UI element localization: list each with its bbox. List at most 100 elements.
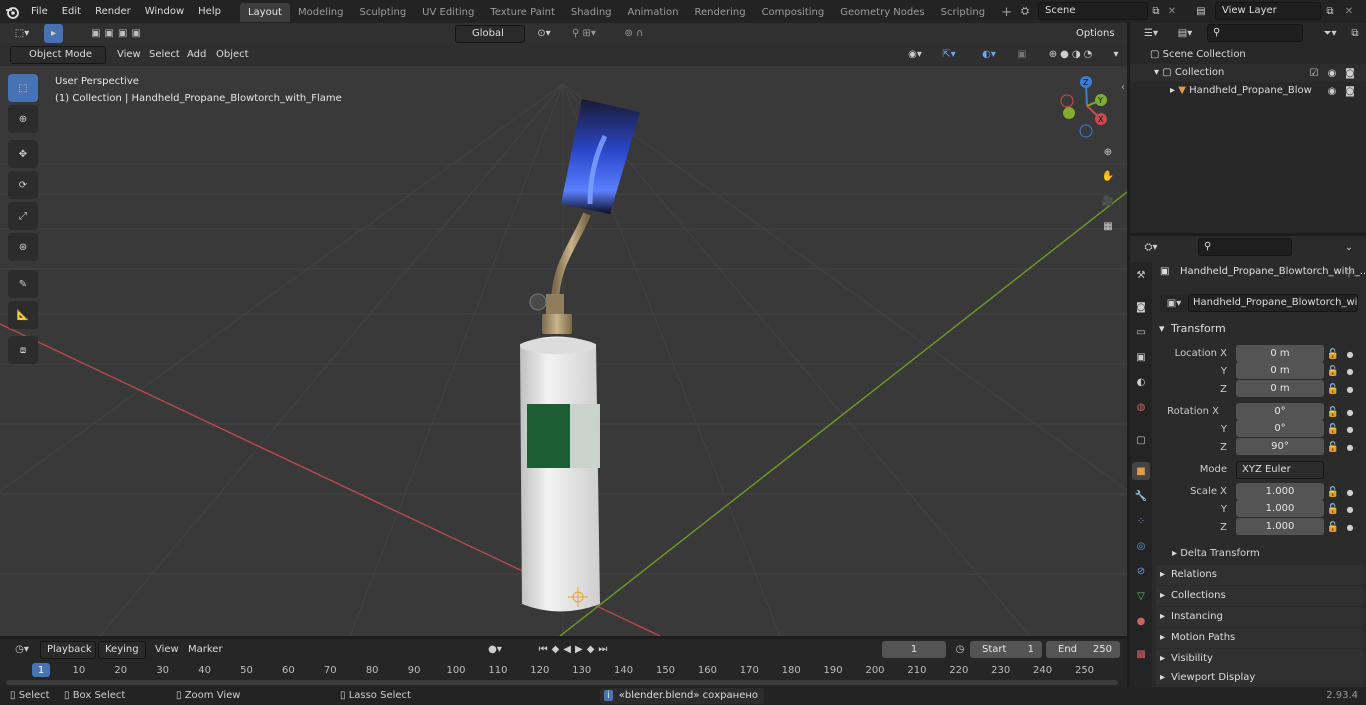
rotation-z-field[interactable]: 90° (1236, 438, 1324, 455)
play-icon[interactable]: ▶ (575, 644, 587, 655)
move-tool-button[interactable]: ✥ (8, 140, 38, 168)
collection-tab-icon[interactable]: ▢ (1132, 431, 1150, 449)
measure-tool-button[interactable]: 📐 (8, 301, 38, 329)
shading-options-chevron-down-icon[interactable]: ▾ (1110, 46, 1122, 63)
scene-tab-icon[interactable]: ◐ (1132, 373, 1150, 391)
instancing-section-header[interactable]: ▸ Instancing (1156, 607, 1363, 627)
options-button[interactable]: Options (1070, 25, 1124, 43)
mesh-data-tab-icon[interactable]: ▽ (1132, 587, 1150, 605)
shading-mode-icons[interactable]: ⊕●◑◔ (1036, 46, 1108, 63)
properties-search-input[interactable]: ⚲ (1198, 238, 1292, 256)
object-tab-icon[interactable]: ■ (1132, 462, 1150, 480)
scene-type-icon[interactable]: ⛭ (1013, 3, 1037, 20)
start-frame-field[interactable]: Start 1 (970, 641, 1042, 658)
object-visibility-eye-icon[interactable]: ◉ (1325, 83, 1339, 99)
lock-rotation-z-icon[interactable]: 🔓 (1326, 439, 1340, 455)
keyframe-scale-z-dot-icon[interactable]: ● (1344, 519, 1356, 535)
menu-help[interactable]: Help (191, 0, 228, 23)
current-frame-field[interactable]: 1 (882, 641, 946, 658)
tab-compositing[interactable]: Compositing (754, 3, 833, 22)
lock-location-z-icon[interactable]: 🔓 (1326, 381, 1340, 397)
constraints-tab-icon[interactable]: ⊘ (1132, 562, 1150, 580)
outliner-search-input[interactable]: ⚲ (1207, 24, 1303, 42)
scene-selector[interactable]: Scene (1038, 2, 1148, 20)
delta-transform-subpanel[interactable]: ▸ Delta Transform (1172, 548, 1260, 559)
tab-texture-paint[interactable]: Texture Paint (482, 3, 563, 22)
tab-uv-editing[interactable]: UV Editing (414, 3, 482, 22)
outliner-editor-type-icon[interactable]: ☰▾ (1136, 25, 1166, 42)
transform-tool-button[interactable]: ⊛ (8, 233, 38, 261)
keyframe-location-y-dot-icon[interactable]: ● (1344, 363, 1356, 379)
properties-options-chevron-down-icon[interactable]: ⌄ (1340, 239, 1358, 256)
outliner-row-scene-collection[interactable]: ▢ Scene Collection (1130, 46, 1366, 64)
mode-dropdown[interactable]: Object Mode (10, 46, 106, 64)
scale-z-field[interactable]: 1.000 (1236, 518, 1324, 535)
lock-rotation-x-icon[interactable]: 🔓 (1326, 404, 1340, 420)
gizmo-toggle-icon[interactable]: ⇱▾ (932, 46, 966, 63)
texture-tab-icon[interactable]: ▩ (1132, 645, 1150, 663)
timeline-scrollbar[interactable] (6, 680, 1118, 685)
select-tool-icon[interactable]: ▸ (44, 24, 63, 43)
play-reverse-icon[interactable]: ◀ (563, 644, 575, 655)
view-layer-selector[interactable]: View Layer (1215, 2, 1321, 20)
rotation-y-field[interactable]: 0° (1236, 420, 1324, 437)
pan-hand-icon[interactable]: ✋ (1098, 167, 1118, 185)
properties-editor-type-icon[interactable]: ⛭▾ (1136, 239, 1166, 256)
modifier-wrench-icon[interactable]: 🔧 (1132, 487, 1150, 505)
particles-tab-icon[interactable]: ⁘ (1132, 512, 1150, 530)
keyframe-location-x-dot-icon[interactable]: ● (1344, 346, 1356, 362)
add-cube-tool-button[interactable]: ⧈ (8, 336, 38, 364)
lock-scale-x-icon[interactable]: 🔓 (1326, 484, 1340, 500)
playback-dropdown[interactable]: Playback (40, 641, 96, 659)
pin-icon[interactable]: ⚲ (1342, 266, 1356, 280)
visibility-section-header[interactable]: ▸ Visibility (1156, 649, 1363, 669)
blowtorch-model[interactable] (520, 99, 640, 612)
scale-x-field[interactable]: 1.000 (1236, 483, 1324, 500)
copy-view-layer-icon[interactable]: ⧉ (1322, 3, 1338, 20)
object-render-camera-icon[interactable]: ◙ (1343, 83, 1357, 99)
keying-dropdown[interactable]: Keying (98, 641, 146, 659)
editor-type-icon[interactable]: ⬚▾ (8, 25, 36, 42)
3d-viewport[interactable] (0, 44, 1127, 636)
motion-paths-section-header[interactable]: ▸ Motion Paths (1156, 628, 1363, 648)
selection-mode-icons[interactable]: ▣▣▣▣ (78, 25, 158, 42)
timeline-menu-marker[interactable]: Marker (181, 639, 230, 660)
lock-scale-y-icon[interactable]: 🔓 (1326, 501, 1340, 517)
navigation-gizmo[interactable]: Z Y X (1055, 72, 1119, 138)
pivot-point-icon[interactable]: ⊙▾ (530, 25, 558, 42)
blender-logo-icon[interactable] (0, 0, 24, 23)
rotate-tool-button[interactable]: ⟳ (8, 171, 38, 199)
transform-section-header[interactable]: ▾ Transform (1156, 319, 1363, 339)
transform-orientation-dropdown[interactable]: Global (455, 25, 525, 43)
new-collection-icon[interactable]: ⧉ (1348, 25, 1362, 42)
auto-keying-record-icon[interactable]: ●▾ (480, 641, 510, 658)
snapping-icon[interactable]: ⚲ ⊞▾ (562, 25, 606, 42)
keyframe-rotation-x-dot-icon[interactable]: ● (1344, 404, 1356, 420)
rotation-mode-dropdown[interactable]: XYZ Euler (1236, 461, 1324, 479)
camera-view-icon[interactable]: 🎥 (1098, 192, 1118, 210)
tab-sculpting[interactable]: Sculpting (351, 3, 414, 22)
material-tab-icon[interactable]: ● (1132, 612, 1150, 630)
jump-end-icon[interactable]: ⏭ (598, 644, 611, 655)
keyframe-scale-x-dot-icon[interactable]: ● (1344, 484, 1356, 500)
prev-keyframe-icon[interactable]: ◆ (552, 644, 564, 655)
status-message[interactable]: i «blender.blend» сохранено (600, 688, 765, 704)
menu-edit[interactable]: Edit (55, 0, 88, 23)
keyframe-scale-y-dot-icon[interactable]: ● (1344, 501, 1356, 517)
scale-tool-button[interactable]: ⤢ (8, 202, 38, 230)
keyframe-rotation-y-dot-icon[interactable]: ● (1344, 421, 1356, 437)
world-tab-icon[interactable]: ◍ (1132, 398, 1150, 416)
keyframe-location-z-dot-icon[interactable]: ● (1344, 381, 1356, 397)
outliner-filter-icon[interactable]: ⏷▾ (1316, 25, 1344, 42)
tab-animation[interactable]: Animation (620, 3, 687, 22)
sidebar-toggle-chevron-left-icon[interactable]: ‹ (1118, 78, 1128, 96)
outliner-display-mode-icon[interactable]: ▤▾ (1170, 25, 1200, 42)
scale-y-field[interactable]: 1.000 (1236, 500, 1324, 517)
relations-section-header[interactable]: ▸ Relations (1156, 565, 1363, 585)
timeline-editor-type-icon[interactable]: ◷▾ (8, 641, 36, 658)
tab-layout[interactable]: Layout (239, 3, 290, 22)
viewport-display-section-header[interactable]: ▸ Viewport Display (1156, 669, 1363, 687)
location-x-field[interactable]: 0 m (1236, 345, 1324, 362)
collections-section-header[interactable]: ▸ Collections (1156, 586, 1363, 606)
rotation-x-field[interactable]: 0° (1236, 403, 1324, 420)
